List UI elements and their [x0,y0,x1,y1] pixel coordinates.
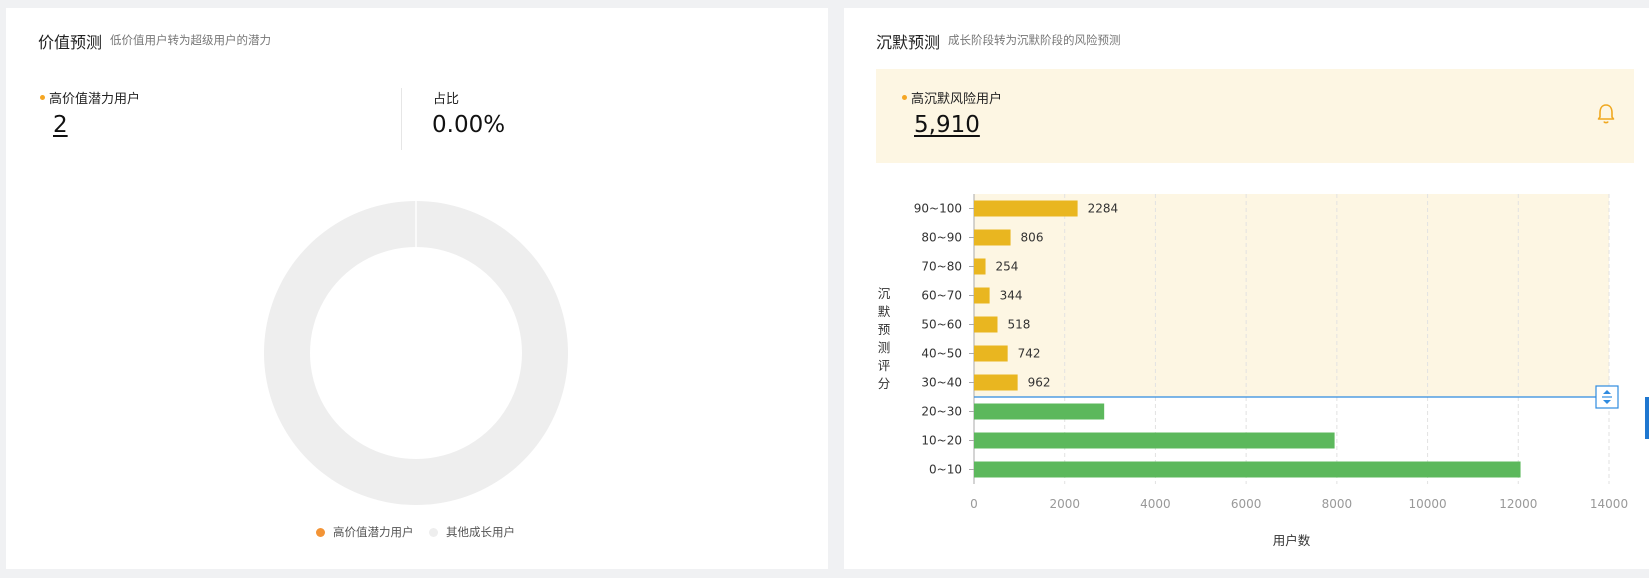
bar[interactable] [974,229,1011,246]
bar-data-label: 962 [1028,376,1051,390]
kpi-label-text: 高价值潜力用户 [49,92,141,107]
kpi-value-high-value-link[interactable]: 2 [53,112,68,138]
bar[interactable] [974,461,1521,478]
bar[interactable] [974,403,1105,420]
bar-data-label: 344 [1000,289,1023,303]
bar-data-label: 2284 [1088,202,1119,216]
y-tick-label: 60~70 [921,289,962,303]
bar[interactable] [974,374,1018,391]
card-subtitle: 低价值用户转为超级用户的潜力 [110,33,271,47]
donut-chart [264,201,569,505]
legend-item-other[interactable]: 其他成长用户 [429,524,515,540]
x-tick-label: 4000 [1140,497,1171,511]
y-tick-label: 40~50 [921,347,962,361]
bar[interactable] [974,200,1078,217]
high-risk-band [974,194,1609,397]
scroll-handle[interactable] [1645,397,1649,439]
legend-dot-icon [316,527,325,537]
legend-label: 高价值潜力用户 [333,525,414,539]
bar[interactable] [974,345,1008,362]
x-tick-label: 8000 [1322,497,1353,511]
x-tick-label: 0 [970,497,978,511]
silence-prediction-card: 沉默预测 成长阶段转为沉默阶段的风险预测 高沉默风险用户 5,910 0 2000… [844,8,1649,569]
y-tick-label: 80~90 [921,231,962,245]
y-tick-label: 0~10 [929,463,962,477]
legend-dot-icon [429,527,438,537]
bar[interactable] [974,432,1335,449]
bar-data-label: 806 [1021,231,1044,245]
x-tick-label: 6000 [1231,497,1262,511]
card-title: 价值预测 [38,33,103,52]
y-tick-label: 30~40 [921,376,962,390]
y-tick-label: 90~100 [914,202,962,216]
kpi-divider [401,88,402,150]
bar-data-label: 254 [996,260,1019,274]
x-tick-label: 2000 [1049,497,1080,511]
y-tick-label: 10~20 [921,434,962,448]
x-tick-label: 14000 [1590,497,1628,511]
kpi-label-high-value: 高价值潜力用户 [40,88,140,107]
bar[interactable] [974,287,990,304]
bar[interactable] [974,258,986,275]
y-tick-label: 70~80 [921,260,962,274]
value-prediction-card: 价值预测 低价值用户转为超级用户的潜力 高价值潜力用户 2 占比 0.00% 高… [6,8,828,569]
bar-data-label: 518 [1007,318,1030,332]
bar[interactable] [974,316,998,333]
legend-label: 其他成长用户 [446,525,515,539]
kpi-dot-icon [40,95,45,100]
kpi-label-ratio: 占比 [433,92,460,107]
y-tick-label: 50~60 [921,318,962,332]
silence-score-bar-chart: 0 2000 4000 6000 8000 10000 12000 14000 90~100 22… [878,194,1628,548]
kpi-value-ratio: 0.00% [432,112,506,138]
y-axis-title: 沉默预测评分 [878,286,891,391]
legend-item-high-value[interactable]: 高价值潜力用户 [316,524,414,540]
bar-data-label: 742 [1018,347,1041,361]
threshold-drag-handle-icon[interactable] [1595,385,1619,409]
x-tick-label: 12000 [1499,497,1537,511]
y-tick-label: 20~30 [921,405,962,419]
x-axis-title: 用户数 [1273,533,1311,548]
x-tick-label: 10000 [1408,497,1446,511]
